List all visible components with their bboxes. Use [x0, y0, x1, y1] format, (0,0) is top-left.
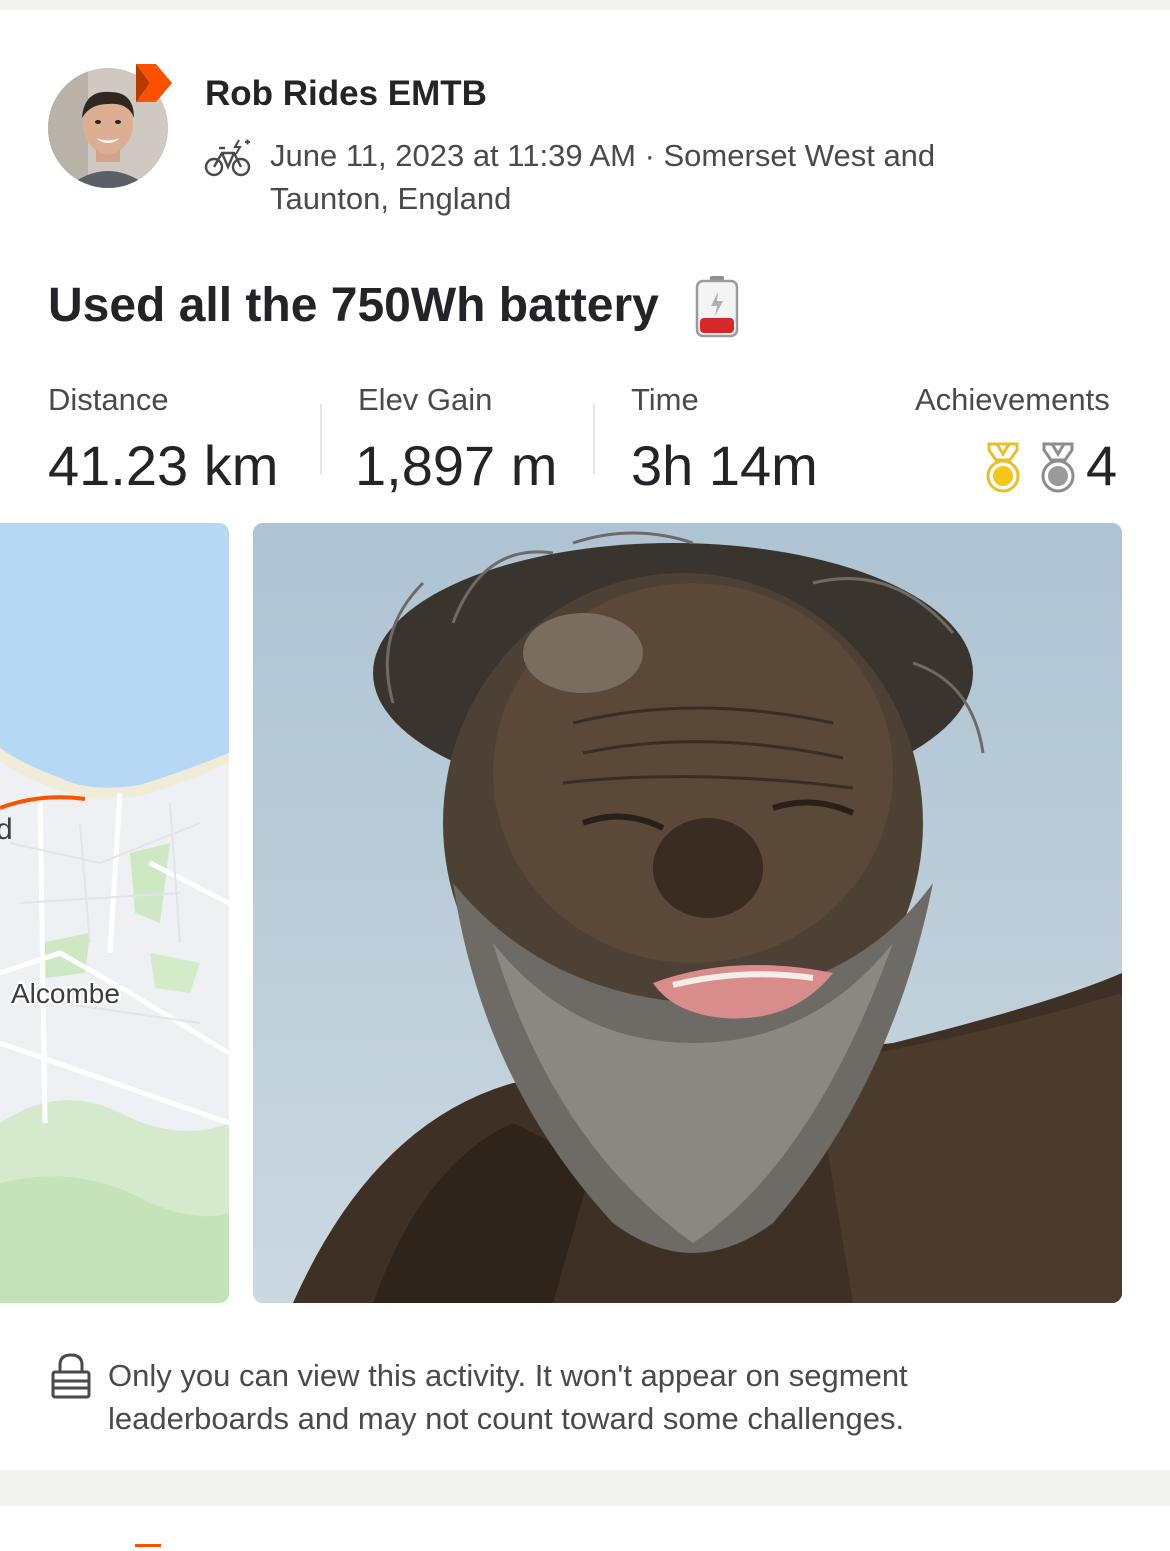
gold-medal-icon	[986, 442, 1020, 493]
brand-accent-bar	[135, 1544, 161, 1547]
route-map[interactable]: d Alcombe	[0, 523, 229, 1303]
map-label: Alcombe	[11, 978, 120, 1009]
subscriber-badge-icon	[136, 64, 172, 102]
stat-distance-value: 41.23 km	[48, 434, 279, 497]
author-name[interactable]: Rob Rides EMTB	[205, 74, 487, 114]
stat-achievements-count: 4	[1086, 434, 1118, 497]
activity-title[interactable]: Used all the 750Wh battery	[48, 278, 659, 333]
low-battery-icon	[695, 276, 739, 338]
stat-elev-gain-label: Elev Gain	[358, 382, 493, 417]
stat-elev-gain-value: 1,897 m	[355, 434, 558, 497]
activity-meta: June 11, 2023 at 11:39 AM · Somerset Wes…	[270, 138, 936, 216]
next-card	[0, 1506, 1170, 1551]
stat-divider	[593, 404, 595, 474]
map-label: d	[0, 813, 13, 846]
privacy-notice: Only you can view this activity. It won'…	[108, 1358, 908, 1436]
activity-photo[interactable]	[253, 523, 1122, 1303]
silver-medal-icon	[1041, 442, 1075, 493]
stat-achievements-label: Achievements	[915, 382, 1110, 417]
stat-distance-label: Distance	[48, 382, 169, 417]
stat-time-label: Time	[631, 382, 699, 417]
stat-time-value: 3h 14m	[631, 434, 818, 497]
activity-card: Rob Rides EMTB June 11, 2023 at 11:39 AM…	[0, 10, 1170, 1470]
ebike-icon	[204, 139, 251, 177]
lock-icon	[51, 1353, 91, 1399]
stat-divider	[320, 404, 322, 474]
